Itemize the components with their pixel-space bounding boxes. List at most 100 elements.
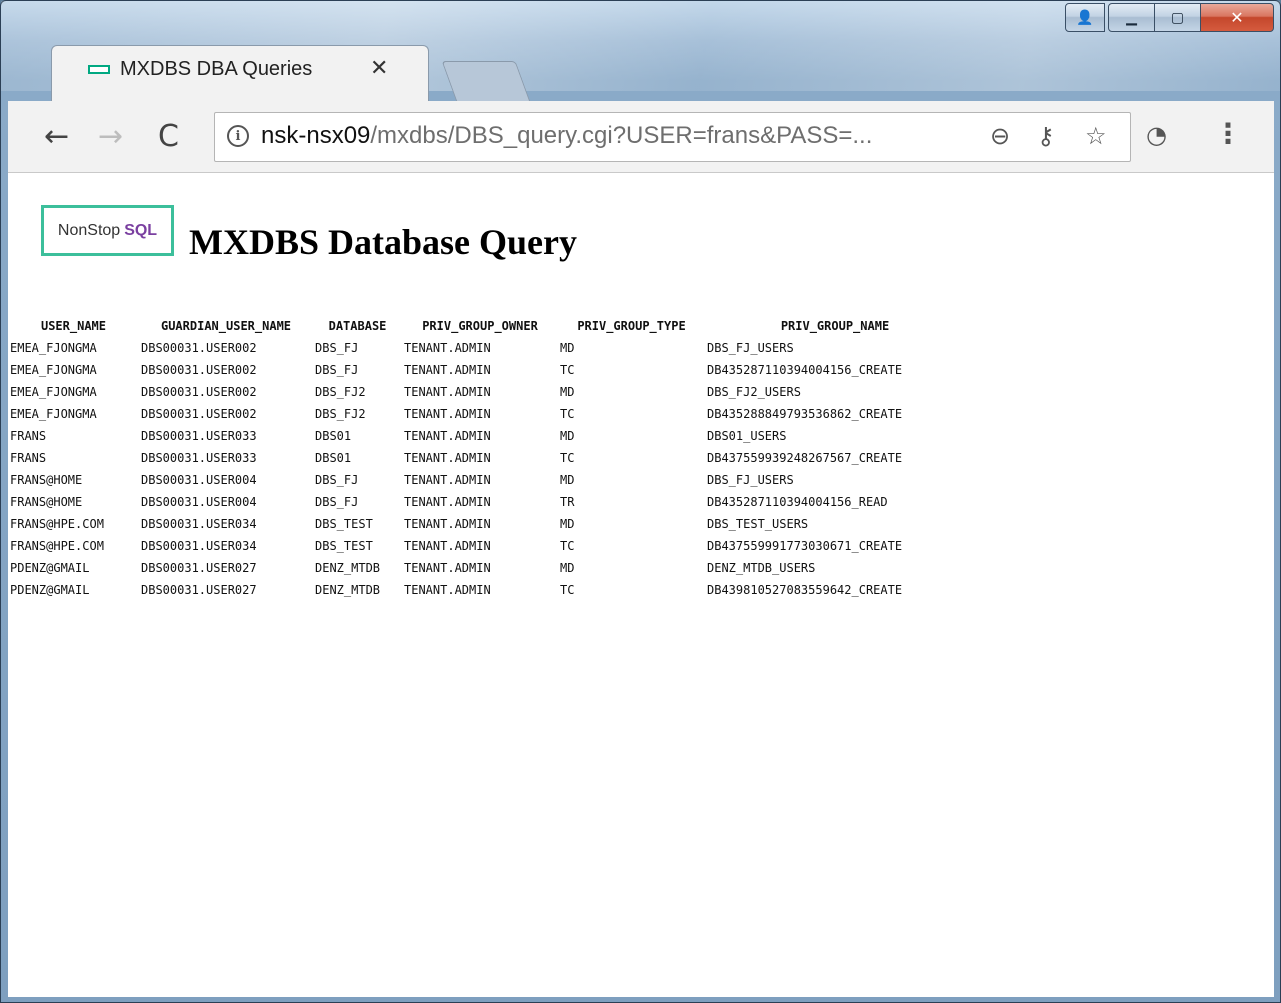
back-arrow-icon[interactable]: ←	[44, 119, 69, 154]
table-row: FRANS@HPE.COM DBS00031.USER034 DBS_TEST TEN…	[8, 513, 965, 535]
priv-group-type-cell: MD	[560, 385, 575, 399]
priv-group-name-cell: DB435287110394004156_CREATE	[707, 363, 903, 377]
table-row: EMEA_FJONGMA DBS00031.USER002 DBS_FJ2 TENAN…	[8, 403, 965, 425]
priv-group-name-cell: DBS_TEST_USERS	[707, 517, 809, 531]
priv-group-type-cell: TR	[560, 495, 575, 509]
database-cell: DBS01	[315, 429, 352, 443]
database-cell: DBS_FJ	[315, 495, 359, 509]
priv-group-type-cell: MD	[560, 341, 575, 355]
table-row: FRANS@HPE.COM DBS00031.USER034 DBS_TEST TEN…	[8, 535, 965, 557]
table-body: EMEA_FJONGMA DBS00031.USER002 DBS_FJ TENANT…	[8, 337, 965, 601]
priv-group-name-cell: DB437559991773030671_CREATE	[707, 539, 903, 553]
priv-group-type-cell: MD	[560, 473, 575, 487]
priv-group-name-cell: DB435288849793536862_CREATE	[707, 407, 903, 421]
priv-group-type-cell: TC	[560, 539, 575, 553]
key-icon[interactable]: ⚷	[1037, 122, 1055, 150]
priv-group-type-cell: MD	[560, 517, 575, 531]
info-icon[interactable]: i	[227, 125, 249, 147]
tab-favicon-icon	[88, 65, 110, 74]
user-name-cell: PDENZ@GMAIL	[10, 561, 90, 575]
column-header-user-name: USER_NAME	[40, 319, 107, 333]
user-name-cell: EMEA_FJONGMA	[10, 407, 97, 421]
user-name-cell: EMEA_FJONGMA	[10, 363, 97, 377]
priv-group-owner-cell: TENANT.ADMIN	[404, 385, 491, 399]
page-title: MXDBS Database Query	[189, 222, 577, 262]
minimize-button[interactable]: ▁	[1108, 3, 1155, 32]
priv-group-name-cell: DB437559939248267567_CREATE	[707, 451, 903, 465]
guardian-user-name-cell: DBS00031.USER004	[141, 473, 257, 487]
speedometer-icon[interactable]: ◔	[1146, 121, 1167, 149]
window-caption-buttons: 👤 ▁ ▢ ✕	[1065, 3, 1274, 32]
bookmark-star-icon[interactable]: ☆	[1085, 122, 1107, 150]
maximize-button[interactable]: ▢	[1154, 3, 1201, 32]
guardian-user-name-cell: DBS00031.USER002	[141, 341, 257, 355]
table-row: FRANS DBS00031.USER033 DBS01 TENANT.ADMIN MD…	[8, 425, 965, 447]
zoom-out-icon[interactable]: ⊖	[990, 122, 1010, 150]
priv-group-type-cell: MD	[560, 561, 575, 575]
column-header-priv-group-owner: PRIV_GROUP_OWNER	[422, 319, 538, 333]
nonstop-sql-logo: NonStop SQL	[41, 205, 174, 256]
priv-group-owner-cell: TENANT.ADMIN	[404, 539, 491, 553]
database-cell: DBS_TEST	[315, 539, 373, 553]
priv-group-owner-cell: TENANT.ADMIN	[404, 517, 491, 531]
url-text[interactable]: nsk-nsx09/mxdbs/DBS_query.cgi?USER=frans…	[261, 122, 872, 150]
database-cell: DBS_TEST	[315, 517, 373, 531]
priv-group-owner-cell: TENANT.ADMIN	[404, 561, 491, 575]
table-row: PDENZ@GMAIL DBS00031.USER027 DENZ_MTDB TENA…	[8, 557, 965, 579]
priv-group-owner-cell: TENANT.ADMIN	[404, 363, 491, 377]
priv-group-owner-cell: TENANT.ADMIN	[404, 429, 491, 443]
guardian-user-name-cell: DBS00031.USER002	[141, 363, 257, 377]
priv-group-type-cell: TC	[560, 407, 575, 421]
column-header-database: DATABASE	[328, 319, 387, 333]
profile-button[interactable]: 👤	[1065, 3, 1105, 32]
logo-text-nonstop: NonStop	[57, 221, 121, 239]
tab-close-icon[interactable]: ✕	[370, 56, 388, 81]
priv-group-type-cell: TC	[560, 583, 575, 597]
column-header-priv-group-type: PRIV_GROUP_TYPE	[577, 319, 686, 333]
priv-group-name-cell: DB435287110394004156_READ	[707, 495, 888, 509]
priv-group-owner-cell: TENANT.ADMIN	[404, 341, 491, 355]
database-cell: DBS_FJ2	[315, 385, 366, 399]
guardian-user-name-cell: DBS00031.USER004	[141, 495, 257, 509]
table-row: EMEA_FJONGMA DBS00031.USER002 DBS_FJ TENANT…	[8, 359, 965, 381]
priv-group-owner-cell: TENANT.ADMIN	[404, 473, 491, 487]
menu-dots-icon[interactable]: ⋮	[1214, 117, 1242, 150]
user-name-cell: PDENZ@GMAIL	[10, 583, 90, 597]
reload-icon[interactable]: C	[158, 119, 179, 154]
page-content: NonStop SQL MXDBS Database Query USER_NA…	[8, 173, 1274, 997]
table-row: FRANS@HOME DBS00031.USER004 DBS_FJ TENANT.A…	[8, 491, 965, 513]
close-window-button[interactable]: ✕	[1200, 3, 1274, 32]
maximize-icon: ▢	[1170, 9, 1185, 26]
address-bar[interactable]: i nsk-nsx09/mxdbs/DBS_query.cgi?USER=fra…	[214, 112, 1131, 162]
user-name-cell: EMEA_FJONGMA	[10, 341, 97, 355]
close-icon: ✕	[1230, 8, 1244, 27]
database-cell: DBS_FJ	[315, 363, 359, 377]
priv-group-name-cell: DENZ_MTDB_USERS	[707, 561, 816, 575]
user-name-cell: FRANS	[10, 429, 47, 443]
priv-group-owner-cell: TENANT.ADMIN	[404, 451, 491, 465]
database-cell: DBS_FJ2	[315, 407, 366, 421]
user-name-cell: FRANS@HOME	[10, 473, 83, 487]
database-cell: DBS01	[315, 451, 352, 465]
user-name-cell: EMEA_FJONGMA	[10, 385, 97, 399]
user-name-cell: FRANS@HOME	[10, 495, 83, 509]
tab-title: MXDBS DBA Queries	[120, 58, 313, 80]
minimize-icon: ▁	[1126, 9, 1137, 26]
user-name-cell: FRANS	[10, 451, 47, 465]
guardian-user-name-cell: DBS00031.USER002	[141, 385, 257, 399]
guardian-user-name-cell: DBS00031.USER027	[141, 583, 257, 597]
priv-group-owner-cell: TENANT.ADMIN	[404, 495, 491, 509]
priv-group-name-cell: DBS_FJ_USERS	[707, 341, 794, 355]
logo-text-sql: SQL	[124, 221, 158, 239]
new-tab-button[interactable]	[441, 61, 531, 102]
priv-group-owner-cell: TENANT.ADMIN	[404, 407, 491, 421]
browser-tab[interactable]: MXDBS DBA Queries ✕	[51, 45, 429, 101]
priv-group-name-cell: DBS01_USERS	[707, 429, 787, 443]
forward-arrow-icon[interactable]: →	[98, 119, 123, 154]
browser-window: 👤 ▁ ▢ ✕ MXDBS DBA Queries ✕ ← → C i nsk-…	[0, 0, 1281, 1003]
priv-group-owner-cell: TENANT.ADMIN	[404, 583, 491, 597]
guardian-user-name-cell: DBS00031.USER027	[141, 561, 257, 575]
guardian-user-name-cell: DBS00031.USER002	[141, 407, 257, 421]
database-cell: DBS_FJ	[315, 473, 359, 487]
table-row: EMEA_FJONGMA DBS00031.USER002 DBS_FJ TENANT…	[8, 337, 965, 359]
